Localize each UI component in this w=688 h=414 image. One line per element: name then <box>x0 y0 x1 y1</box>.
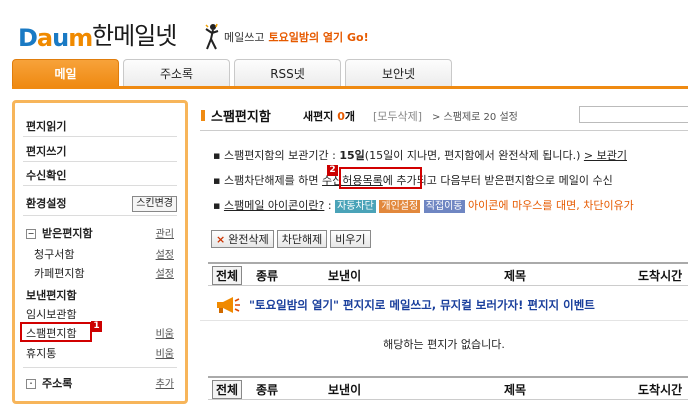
info-retention: ▪ 스팸편지함의 보관기간 : 15일(15일이 지나면, 편지함에서 완전삭제… <box>213 147 627 163</box>
collapse-icon[interactable]: − <box>26 229 36 239</box>
annotation-box-2 <box>339 167 422 189</box>
contacts-add-link[interactable]: 추가 <box>156 375 174 390</box>
annotation-box-1 <box>20 322 92 342</box>
promo-highlight: 토요일밤의 열기 Go! <box>268 31 369 44</box>
table-header: 전체 종류 보낸이 제목 도착시간 <box>208 262 688 286</box>
sidebar-divider <box>23 215 177 216</box>
notice-text: "토요일밤의 열기" 편지지로 메일쓰고, 뮤지컬 보러가자! 편지지 이벤트 <box>249 298 595 312</box>
info3-pre: ▪ <box>213 199 224 212</box>
sidebar-divider <box>23 161 177 162</box>
contacts-label: 주소록 <box>42 377 73 390</box>
col-sender-bottom[interactable]: 보낸이 <box>328 381 361 398</box>
col-sender[interactable]: 보낸이 <box>328 267 361 284</box>
sidebar-divider <box>23 367 177 368</box>
tab-mail[interactable]: 메일 <box>12 59 119 87</box>
tab-rss[interactable]: RSS넷 <box>234 59 341 86</box>
tab-security[interactable]: 보안넷 <box>345 59 452 86</box>
service-title[interactable]: 한메일넷 <box>92 22 177 50</box>
spam-icon-help-link[interactable]: 스팸메일 아이콘이란? <box>224 199 324 212</box>
page-title: 스팸편지함 <box>211 110 271 125</box>
skin-change-button[interactable]: 스킨변경 <box>132 196 177 212</box>
sidebar-divider <box>23 185 177 186</box>
row-divider <box>200 320 688 321</box>
inbox-label: 받은편지함 <box>42 227 93 240</box>
new-count: 0 <box>337 110 345 123</box>
retention-link[interactable]: > 보관기 <box>584 149 627 162</box>
expand-icon[interactable]: · <box>26 379 36 389</box>
new-label: 새편지 <box>303 110 334 123</box>
sidebar-trash[interactable]: 휴지통 <box>26 345 56 361</box>
select-all-button[interactable]: 전체 <box>212 266 243 285</box>
table-footer-header: 전체 종류 보낸이 제목 도착시간 <box>208 376 688 400</box>
spam-zero-setting-link[interactable]: > 스팸제로 20 설정 <box>432 108 518 123</box>
sidebar-sent[interactable]: 보낸편지함 <box>26 287 77 303</box>
title-marker-icon <box>201 110 205 121</box>
info2-pre: ▪ 스팸차단해제를 하면 <box>213 174 323 187</box>
new-unit: 개 <box>344 110 355 123</box>
empty-message: 해당하는 편지가 없습니다. <box>383 338 505 351</box>
spam-empty-link[interactable]: 비움 <box>156 325 174 340</box>
annotation-badge-1: 1 <box>91 321 102 332</box>
col-date[interactable]: 도착시간 <box>638 267 682 284</box>
main-tabs: 메일 주소록 RSS넷 보안넷 <box>12 59 452 87</box>
sidebar-cafe[interactable]: 카페편지함 <box>34 265 85 281</box>
search-input[interactable] <box>579 106 688 123</box>
col-subject[interactable]: 제목 <box>504 267 526 284</box>
new-mail-count: 새편지 0개 <box>303 108 355 124</box>
info-spam-icons: ▪ 스팸메일 아이콘이란? : 자동차단 개인설정 직접이동 아이콘에 마우스를… <box>213 197 634 213</box>
empty-button[interactable]: 비우기 <box>330 230 371 248</box>
auto-block-chip: 자동차단 <box>335 199 376 213</box>
cafe-setting-link[interactable]: 설정 <box>156 265 174 280</box>
info3-post: 아이콘에 마우스를 대면, 차단이유가 <box>468 199 634 212</box>
bill-setting-link[interactable]: 설정 <box>156 246 174 261</box>
megaphone-icon <box>217 297 240 313</box>
col-type[interactable]: 종류 <box>256 267 278 284</box>
title-divider <box>200 130 688 131</box>
sidebar-receipt[interactable]: 수신확인 <box>26 167 66 183</box>
personal-setting-chip: 개인설정 <box>379 199 421 213</box>
col-type-bottom[interactable]: 종류 <box>256 381 278 398</box>
delete-permanently-button[interactable]: × 완전삭제 <box>211 230 274 248</box>
sidebar-inbox[interactable]: − 받은편지함 <box>26 225 93 241</box>
tab-underline <box>12 86 688 89</box>
col-subject-bottom[interactable]: 제목 <box>504 381 526 398</box>
sidebar-contacts[interactable]: · 주소록 <box>26 375 72 391</box>
info1-post: (15일이 지나면, 편지함에서 완전삭제 됩니다.) <box>364 149 581 162</box>
sidebar-bill[interactable]: 청구서함 <box>34 246 74 262</box>
event-notice[interactable]: "토요일밤의 열기" 편지지로 메일쓰고, 뮤지컬 보러가자! 편지지 이벤트 <box>215 296 595 314</box>
delete-label: 완전삭제 <box>228 233 269 246</box>
select-all-button-bottom[interactable]: 전체 <box>212 380 243 399</box>
info1-days: 15일 <box>339 149 365 162</box>
trash-empty-link[interactable]: 비움 <box>156 345 174 360</box>
sidebar-divider <box>23 136 177 137</box>
sidebar-draft[interactable]: 임시보관함 <box>26 306 77 322</box>
annotation-badge-2: 2 <box>327 165 338 176</box>
delete-x-icon: × <box>216 233 226 246</box>
promo-text: 메일쓰고 <box>224 31 265 44</box>
tab-contacts[interactable]: 주소록 <box>123 59 230 86</box>
info1-pre: ▪ 스팸편지함의 보관기간 : <box>213 149 340 162</box>
inbox-manage-link[interactable]: 관리 <box>156 225 174 240</box>
daum-logo[interactable]: Daum <box>18 22 93 50</box>
promo-banner[interactable]: 메일쓰고 토요일밤의 열기 Go! <box>204 22 369 52</box>
dancer-icon <box>205 23 219 50</box>
sidebar: 편지읽기 편지쓰기 수신확인 환경설정 스킨변경 − 받은편지함 관리 청구서함 … <box>12 100 188 404</box>
sidebar-write[interactable]: 편지쓰기 <box>26 143 66 159</box>
action-buttons: × 완전삭제 차단해제 비우기 <box>211 230 371 248</box>
sidebar-read[interactable]: 편지읽기 <box>26 118 66 134</box>
col-date-bottom[interactable]: 도착시간 <box>638 381 682 398</box>
delete-all-link[interactable]: [모두삭제] <box>373 108 422 124</box>
sidebar-settings[interactable]: 환경설정 <box>26 195 66 211</box>
unblock-button[interactable]: 차단해제 <box>276 230 328 248</box>
direct-move-chip: 직접이동 <box>423 199 465 213</box>
info3-colon: : <box>324 199 336 212</box>
